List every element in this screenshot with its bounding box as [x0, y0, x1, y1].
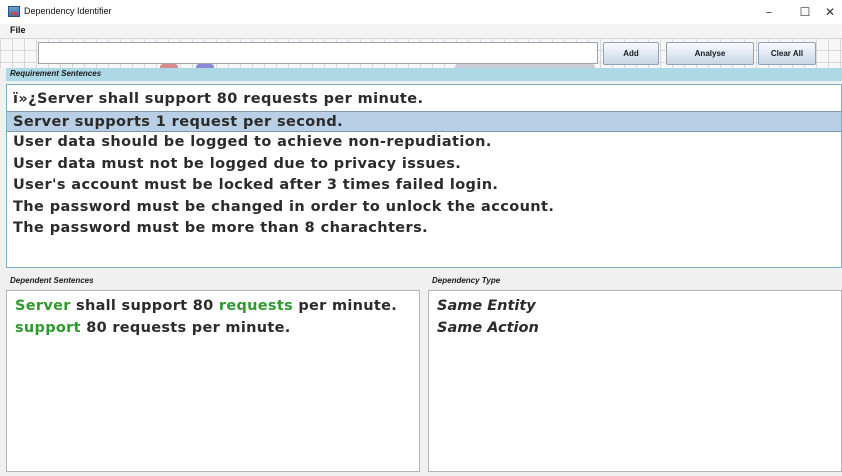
dependency-type-panel[interactable]: Same Entity Same Action — [428, 290, 842, 472]
dependency-type-item: Same Entity — [437, 298, 536, 314]
sentence-text: 80 requests per minute. — [80, 320, 291, 336]
maximize-button[interactable]: ☐ — [790, 3, 820, 21]
requirement-item[interactable]: User's account must be locked after 3 ti… — [7, 175, 841, 197]
dependency-type-label: Dependency Type — [432, 276, 501, 285]
requirements-label: Requirement Sentences — [10, 69, 102, 78]
requirements-list[interactable]: ï»¿Server shall support 80 requests per … — [6, 84, 842, 268]
java-app-icon — [8, 6, 20, 17]
minimize-button[interactable]: – — [754, 3, 784, 21]
requirements-label-bar: Requirement Sentences — [6, 68, 842, 81]
dependent-sentence: Server shall support 80 requests per min… — [15, 295, 419, 317]
menu-file[interactable]: File — [10, 25, 26, 35]
sentence-text: shall support 80 — [70, 298, 219, 314]
analyse-button[interactable]: Analyse — [666, 42, 754, 65]
sentence-text: per minute. — [293, 298, 398, 314]
dependency-type-item: Same Action — [437, 320, 539, 336]
add-button[interactable]: Add — [603, 42, 659, 65]
requirement-item-selected[interactable]: Server supports 1 request per second. — [7, 110, 841, 132]
close-button[interactable]: ✕ — [818, 3, 842, 21]
title-bar: Dependency Identifier – ☐ ✕ — [0, 0, 842, 24]
highlighted-word: requests — [218, 298, 294, 314]
clear-all-button[interactable]: Clear All — [758, 42, 816, 65]
highlighted-entity: Server — [15, 298, 71, 314]
requirement-item[interactable]: User data must not be logged due to priv… — [7, 154, 841, 176]
requirement-item[interactable]: User data should be logged to achieve no… — [7, 132, 841, 154]
dependent-sentence: support 80 requests per minute. — [15, 317, 419, 339]
dependent-sentences-label: Dependent Sentences — [10, 276, 94, 285]
window-title: Dependency Identifier — [24, 6, 112, 16]
requirement-item[interactable]: ï»¿Server shall support 80 requests per … — [7, 89, 841, 111]
requirement-input[interactable] — [38, 42, 598, 64]
highlighted-action: support — [15, 320, 81, 336]
menu-bar: File — [0, 24, 842, 38]
requirement-item[interactable]: The password must be changed in order to… — [7, 197, 841, 219]
requirement-item[interactable]: The password must be more than 8 charach… — [7, 218, 841, 240]
dependent-sentences-panel[interactable]: Server shall support 80 requests per min… — [6, 290, 420, 472]
